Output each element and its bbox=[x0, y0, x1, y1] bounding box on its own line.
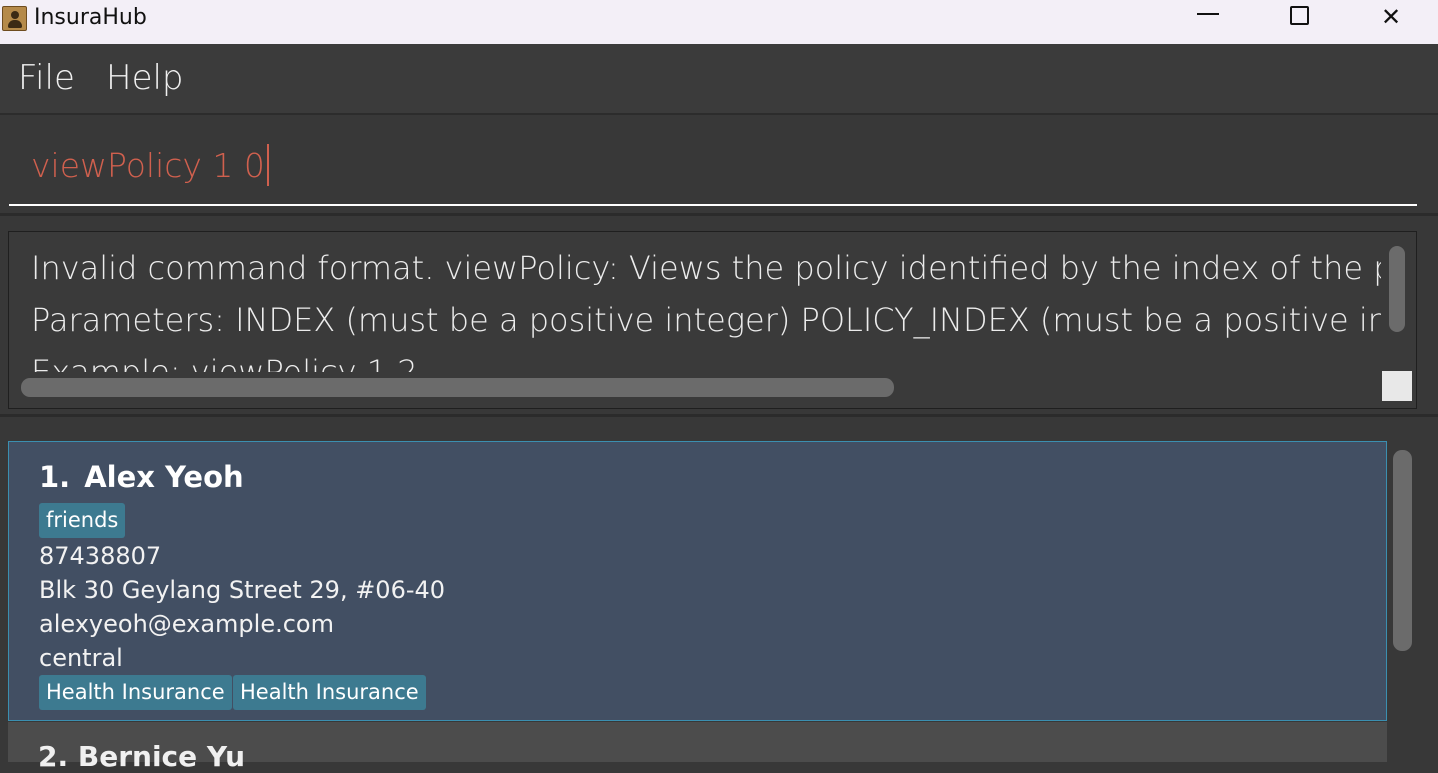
person-card[interactable]: 2. Bernice Yu bbox=[8, 722, 1387, 773]
command-text-wrapper: viewPolicy 1 0 bbox=[31, 143, 269, 186]
maximize-icon bbox=[1289, 5, 1309, 25]
window-title: InsuraHub bbox=[34, 5, 147, 30]
person-card[interactable]: 1. Alex Yeoh friends 87438807 Blk 30 Geyl… bbox=[8, 441, 1387, 721]
result-display-area: Invalid command format. viewPolicy: View… bbox=[0, 219, 1438, 417]
person-index: 1. bbox=[39, 460, 71, 494]
minimize-icon bbox=[1197, 13, 1219, 15]
person-region: central bbox=[39, 644, 123, 672]
person-email: alexyeoh@example.com bbox=[39, 610, 334, 638]
text-caret bbox=[266, 143, 269, 186]
policy-badge: Health Insurance bbox=[39, 675, 232, 710]
title-bar: InsuraHub ✕ bbox=[0, 0, 1438, 44]
person-name: Alex Yeoh bbox=[84, 460, 244, 494]
close-icon: ✕ bbox=[1380, 3, 1402, 31]
result-horizontal-scrollbar[interactable] bbox=[21, 378, 894, 397]
result-line: Invalid command format. viewPolicy: View… bbox=[31, 249, 1381, 287]
policy-badge: Health Insurance bbox=[233, 675, 426, 710]
person-address: Blk 30 Geylang Street 29, #06-40 bbox=[39, 576, 446, 604]
tag-badge: friends bbox=[39, 503, 126, 538]
minimize-button[interactable] bbox=[1162, 0, 1254, 34]
menu-help[interactable]: Help bbox=[106, 58, 184, 98]
result-line: Parameters: INDEX (must be a positive in… bbox=[31, 301, 1381, 339]
result-text: Invalid command format. viewPolicy: View… bbox=[31, 242, 1381, 372]
close-button[interactable]: ✕ bbox=[1345, 0, 1437, 34]
result-line: Example: viewPolicy 1 2 bbox=[31, 353, 418, 372]
person-phone: 87438807 bbox=[39, 542, 162, 570]
person-index: 2. bbox=[38, 740, 69, 773]
result-vertical-scrollbar[interactable] bbox=[1389, 246, 1405, 332]
command-input[interactable]: viewPolicy 1 0 bbox=[9, 117, 1417, 206]
scroll-corner bbox=[1382, 371, 1412, 401]
maximize-button[interactable] bbox=[1253, 0, 1345, 34]
command-text: viewPolicy 1 0 bbox=[31, 146, 265, 185]
person-name: Bernice Yu bbox=[77, 740, 246, 773]
result-display[interactable]: Invalid command format. viewPolicy: View… bbox=[8, 231, 1417, 409]
person-name-row: 2. Bernice Yu bbox=[38, 740, 245, 773]
menu-bar: File Help bbox=[0, 44, 1438, 115]
menu-file[interactable]: File bbox=[18, 58, 75, 98]
app-icon bbox=[2, 6, 27, 31]
person-name-row: 1. Alex Yeoh bbox=[39, 460, 244, 494]
person-list: 1. Alex Yeoh friends 87438807 Blk 30 Geyl… bbox=[0, 420, 1438, 773]
list-vertical-scrollbar[interactable] bbox=[1393, 450, 1412, 651]
command-box-area: viewPolicy 1 0 bbox=[0, 117, 1438, 216]
